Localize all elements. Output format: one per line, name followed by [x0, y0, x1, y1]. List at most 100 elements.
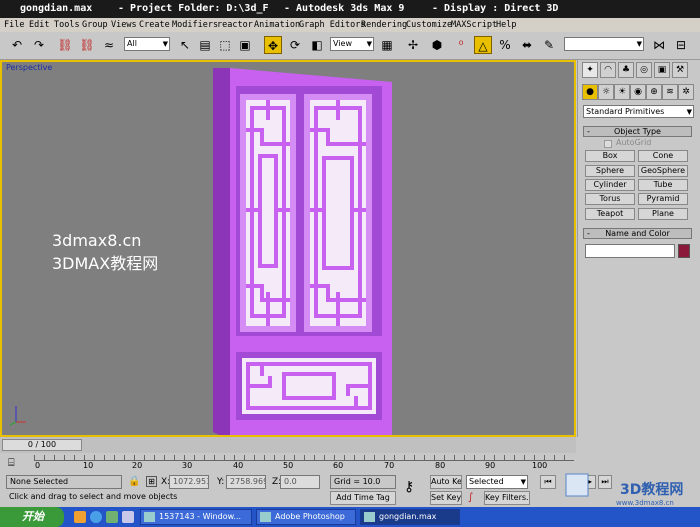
select-and-manipulate-icon[interactable]: ✢ — [404, 36, 422, 54]
pivot-point-icon[interactable]: ▦ — [378, 36, 396, 54]
absolute-mode-icon[interactable]: ⊞ — [146, 476, 157, 487]
rectangular-selection-icon[interactable]: ⬚ — [216, 36, 234, 54]
lock-selection-icon[interactable]: 🔒 — [128, 476, 140, 487]
align-icon[interactable]: ⊟ — [672, 36, 690, 54]
shapes-icon[interactable]: ☼ — [598, 84, 614, 100]
bind-space-warp-icon[interactable]: ≈ — [100, 36, 118, 54]
menu-views[interactable]: Views — [111, 20, 137, 30]
plane-button[interactable]: Plane — [638, 208, 688, 220]
task-label: gongdian.max — [379, 512, 437, 521]
menu-bar: File Edit Tools Group Views Create Modif… — [0, 18, 700, 32]
create-tab-icon[interactable]: ✦ — [582, 62, 598, 78]
motion-tab-icon[interactable]: ◎ — [636, 62, 652, 78]
space-warps-icon[interactable]: ≋ — [662, 84, 678, 100]
x-coordinate-field[interactable]: 1072.953 — [169, 475, 209, 489]
menu-customize[interactable]: Customize — [406, 20, 452, 30]
named-selection-sets-dropdown[interactable]: ▼ — [564, 37, 644, 51]
menu-maxscript[interactable]: MAXScript — [451, 20, 497, 30]
menu-rendering[interactable]: Rendering — [361, 20, 407, 30]
menu-file[interactable]: File — [4, 20, 24, 30]
undo-icon[interactable]: ↶ — [8, 36, 26, 54]
snaps-toggle-icon[interactable]: ⁰ — [452, 36, 470, 54]
redo-icon[interactable]: ↷ — [30, 36, 48, 54]
set-key-button[interactable]: Set Key — [430, 491, 462, 505]
menu-edit[interactable]: Edit — [29, 20, 49, 30]
auto-key-button[interactable]: Auto Key — [430, 475, 462, 489]
box-button[interactable]: Box — [585, 150, 635, 162]
menu-reactor[interactable]: reactor — [217, 20, 253, 30]
unlink-icon[interactable]: ⛓ — [78, 36, 96, 54]
keyboard-shortcut-override-icon[interactable]: ⬢ — [428, 36, 446, 54]
mirror-icon[interactable]: ⋈ — [650, 36, 668, 54]
autogrid-checkbox[interactable] — [604, 140, 612, 148]
quicklaunch-icon[interactable] — [74, 511, 86, 523]
teapot-button[interactable]: Teapot — [585, 208, 635, 220]
menu-group[interactable]: Group — [82, 20, 108, 30]
name-and-color-rollout-header[interactable]: - Name and Color — [583, 228, 692, 239]
taskbar-photoshop[interactable]: Adobe Photoshop — [256, 509, 356, 525]
time-slider[interactable]: 0 / 100 — [0, 437, 576, 453]
key-filters-button[interactable]: Key Filters... — [484, 491, 530, 505]
key-mode-value: Selected — [469, 477, 504, 486]
spinner-snap-icon[interactable]: ⬌ — [518, 36, 536, 54]
modify-tab-icon[interactable]: ◠ — [600, 62, 616, 78]
cylinder-button[interactable]: Cylinder — [585, 179, 635, 191]
quicklaunch-icon-2[interactable] — [106, 511, 118, 523]
menu-animation[interactable]: Animation — [254, 20, 300, 30]
start-button[interactable]: 开始 — [0, 507, 64, 527]
percent-snap-icon[interactable]: % — [496, 36, 514, 54]
tick-90: 90 — [485, 461, 496, 470]
sphere-button[interactable]: Sphere — [585, 165, 635, 177]
helpers-icon[interactable]: ⊕ — [646, 84, 662, 100]
select-and-rotate-icon[interactable]: ⟳ — [286, 36, 304, 54]
tube-button[interactable]: Tube — [638, 179, 688, 191]
taskbar-window-1[interactable]: 1537143 - Window... — [140, 509, 252, 525]
geosphere-button[interactable]: GeoSphere — [638, 165, 688, 177]
selection-filter-dropdown[interactable]: All ▼ — [124, 37, 170, 51]
edit-named-selection-icon[interactable]: ✎ — [540, 36, 558, 54]
ie-icon[interactable] — [90, 511, 102, 523]
select-by-name-icon[interactable]: ▤ — [196, 36, 214, 54]
select-and-scale-icon[interactable]: ◧ — [308, 36, 326, 54]
menu-tools[interactable]: Tools — [54, 20, 80, 30]
task-label: Adobe Photoshop — [275, 512, 345, 521]
object-type-rollout-header[interactable]: - Object Type — [583, 126, 692, 137]
default-tangents-icon[interactable]: ∫ — [468, 492, 473, 503]
key-mode-dropdown[interactable]: Selected ▼ — [466, 475, 528, 489]
reference-coordinate-dropdown[interactable]: View ▼ — [330, 37, 374, 51]
window-crossing-icon[interactable]: ▣ — [236, 36, 254, 54]
add-time-tag-button[interactable]: Add Time Tag — [330, 491, 396, 505]
geometry-icon[interactable]: ● — [582, 84, 598, 100]
pyramid-button[interactable]: Pyramid — [638, 193, 688, 205]
select-object-icon[interactable]: ↖ — [176, 36, 194, 54]
quicklaunch-icon-3[interactable] — [122, 511, 134, 523]
display-tab-icon[interactable]: ▣ — [654, 62, 670, 78]
select-and-link-icon[interactable]: ⛓ — [56, 36, 74, 54]
svg-text:www.3dmax8.cn: www.3dmax8.cn — [616, 499, 674, 507]
object-name-input[interactable] — [585, 244, 675, 258]
cameras-icon[interactable]: ◉ — [630, 84, 646, 100]
mini-curve-editor-icon[interactable]: ⌸ — [8, 456, 15, 470]
hierarchy-tab-icon[interactable]: ♣ — [618, 62, 634, 78]
menu-graph-editors[interactable]: Graph Editors — [299, 20, 366, 30]
go-to-start-icon[interactable]: ⏮ — [540, 475, 556, 489]
menu-modifiers[interactable]: Modifiers — [172, 20, 218, 30]
key-icon[interactable]: ⚷ — [404, 479, 414, 495]
menu-create[interactable]: Create — [139, 20, 170, 30]
torus-button[interactable]: Torus — [585, 193, 635, 205]
taskbar-3dsmax[interactable]: gongdian.max — [360, 509, 460, 525]
time-slider-knob[interactable]: 0 / 100 — [2, 439, 82, 451]
track-bar[interactable]: ⌸ 0 10 20 30 40 50 60 70 80 90 100 — [0, 453, 576, 473]
z-coordinate-field[interactable]: 0.0 — [280, 475, 320, 489]
category-dropdown[interactable]: Standard Primitives ▼ — [583, 105, 694, 118]
menu-help[interactable]: Help — [496, 20, 516, 30]
cone-button[interactable]: Cone — [638, 150, 688, 162]
lights-icon[interactable]: ☀ — [614, 84, 630, 100]
select-and-move-icon[interactable]: ✥ — [264, 36, 282, 54]
object-color-swatch[interactable] — [678, 244, 690, 258]
perspective-viewport[interactable]: Perspective 3dmax8.cn 3DMAX教程网 — [0, 60, 576, 437]
angle-snap-icon[interactable]: △ — [474, 36, 492, 54]
utilities-tab-icon[interactable]: ⚒ — [672, 62, 688, 78]
systems-icon[interactable]: ✲ — [678, 84, 694, 100]
y-coordinate-field[interactable]: 2758.969 — [226, 475, 266, 489]
